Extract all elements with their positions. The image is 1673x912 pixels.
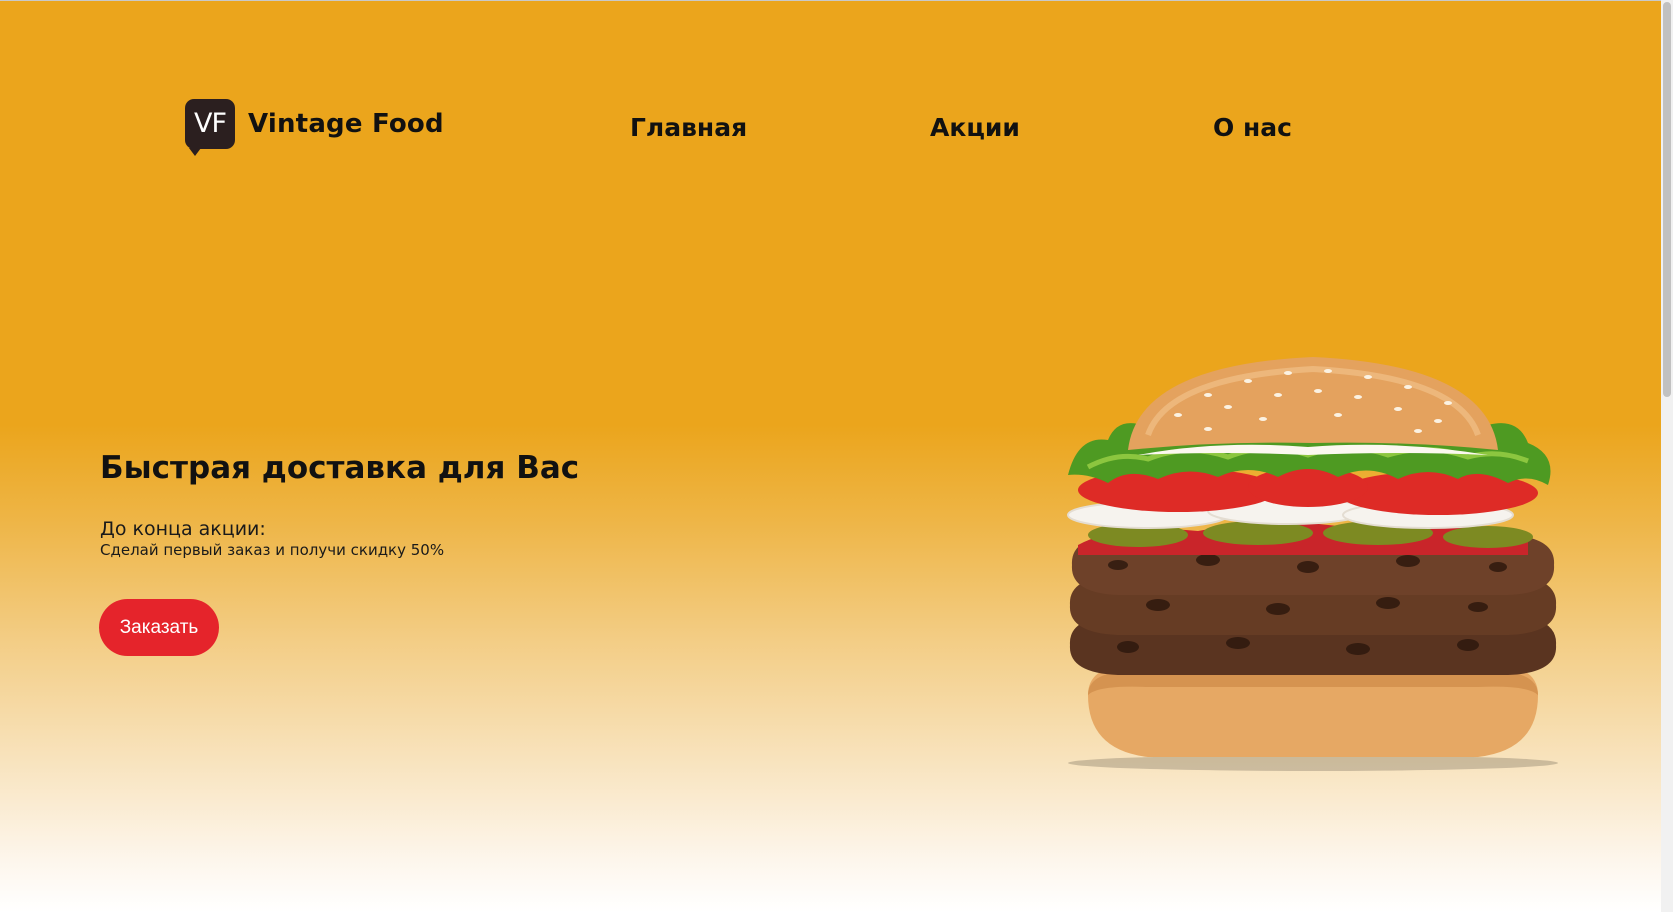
order-button[interactable]: Заказать <box>99 599 219 656</box>
nav-item-home[interactable]: Главная <box>630 113 747 142</box>
nav-item-about[interactable]: О нас <box>1213 113 1292 142</box>
hero-subtitle: Сделай первый заказ и получи скидку 50% <box>100 541 445 559</box>
countdown-label: До конца акции: <box>100 518 266 540</box>
landing-page: VF Vintage Food Главная Акции О нас Быст… <box>0 0 1673 912</box>
nav-item-promotions[interactable]: Акции <box>930 113 1020 142</box>
logo-mark: VF <box>185 99 235 156</box>
scrollbar-thumb[interactable] <box>1663 2 1671 397</box>
hero-title: Быстрая доставка для Вас <box>100 450 580 486</box>
burger-image <box>1067 357 1558 771</box>
top-border <box>0 0 1673 1</box>
brand-name: Vintage Food <box>248 109 444 139</box>
scrollbar[interactable] <box>1661 0 1673 912</box>
logo[interactable]: VF Vintage Food <box>185 99 444 156</box>
